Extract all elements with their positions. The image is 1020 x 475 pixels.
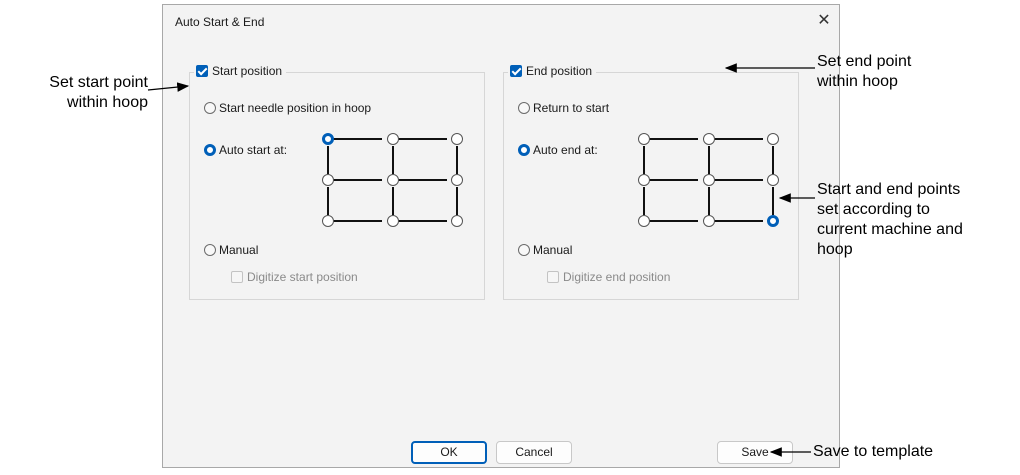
- callout-arrows: [147, 63, 815, 457]
- arrow-start-point: [147, 82, 190, 92]
